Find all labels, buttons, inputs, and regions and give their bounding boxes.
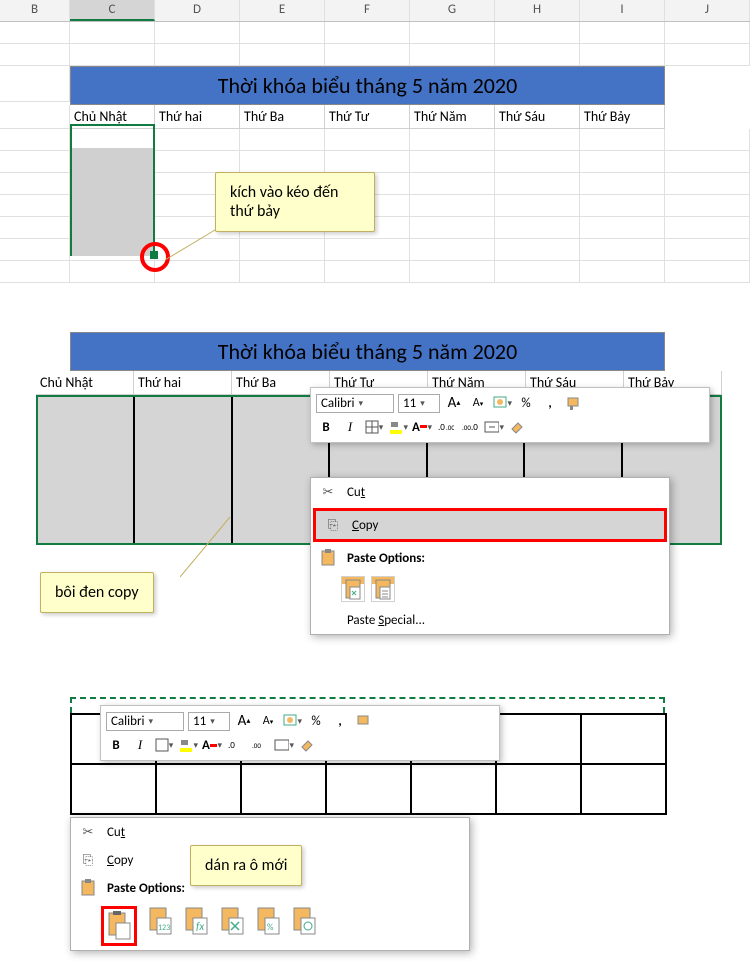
format-brush-icon[interactable] (508, 417, 528, 437)
increase-decimal-icon-2[interactable]: .00 (250, 735, 270, 755)
percent-icon-2[interactable]: % (306, 711, 326, 731)
section2: Thời khóa biểu tháng 5 năm 2020 Chủ Nhật… (0, 332, 750, 692)
col-header-i[interactable]: I (580, 0, 665, 21)
border-icon-2[interactable]: ▾ (154, 735, 174, 755)
paste-options-icons (311, 572, 669, 606)
paste-values-icon[interactable]: 123 (147, 906, 173, 946)
paste-formulas-icon[interactable]: fx (183, 906, 209, 946)
svg-text:123: 123 (158, 923, 170, 933)
calendar-title: Thời khóa biểu tháng 5 năm 2020 (70, 66, 665, 105)
font-selector-2[interactable]: Calibri▾ (106, 712, 184, 731)
callout-paste-hint: dán ra ô mới (190, 845, 302, 886)
section1: Thời khóa biểu tháng 5 năm 2020 Chủ Nhật… (0, 22, 750, 302)
weekday-tue: Thứ Ba (240, 105, 325, 129)
decrease-decimal-icon[interactable]: .0.00 (436, 417, 456, 437)
bold-button-2[interactable]: B (106, 735, 126, 755)
fill-color-icon[interactable]: ▾ (388, 417, 408, 437)
svg-text:.00: .00 (462, 423, 471, 432)
weekday-sat: Thứ Bảy (580, 105, 665, 129)
ctx-cut[interactable]: Cut (311, 478, 669, 506)
mini-toolbar: Calibri▾ 11▾ A▴ A▾ ▾ % , B I ▾ ▾ A▾ .0.0… (310, 387, 710, 443)
callout-select-copy: bôi đen copy (40, 572, 154, 613)
font-selector[interactable]: Calibri▾ (316, 394, 394, 413)
context-menu: Cut Copy Paste Options: Paste Special... (310, 477, 670, 635)
col-header-d[interactable]: D (155, 0, 240, 21)
section3: .section3 table td{border:2px solid #000… (0, 697, 750, 967)
weekday-mon-2: Thứ hai (134, 371, 232, 395)
weekday-thu: Thứ Năm (410, 105, 495, 129)
svg-text:%: % (267, 922, 274, 933)
ctx-copy[interactable]: Copy (313, 508, 667, 542)
merge-icon-2[interactable]: ▾ (274, 735, 294, 755)
svg-text:.0: .0 (438, 422, 445, 433)
paste-formatting-icon[interactable]: % (255, 906, 281, 946)
border-icon[interactable]: ▾ (364, 417, 384, 437)
col-header-e[interactable]: E (240, 0, 325, 21)
ctx-paste-options: Paste Options: (311, 544, 669, 572)
comma-icon-2[interactable]: , (330, 711, 350, 731)
increase-font-icon[interactable]: A▴ (444, 393, 464, 413)
mini-toolbar-2: Calibri▾ 11▾ A▴ A▾ ▾ % , B I ▾ ▾ A▾ .0 .… (100, 705, 500, 761)
svg-text:.0: .0 (228, 740, 235, 751)
paste-options-icons-2: 123 fx % (71, 902, 469, 950)
fill-color-icon-2[interactable]: ▾ (178, 735, 198, 755)
col-header-f[interactable]: F (325, 0, 410, 21)
brush-icon-2[interactable] (298, 735, 318, 755)
paste-default-icon[interactable] (101, 906, 137, 946)
svg-text:fx: fx (196, 920, 204, 933)
callout2-tail (180, 512, 250, 582)
weekday-wed: Thứ Tư (325, 105, 410, 129)
accounting-format-icon-2[interactable]: ▾ (282, 711, 302, 731)
ctx-cut-2[interactable]: Cut (71, 818, 469, 846)
font-color-icon-2[interactable]: A▾ (202, 735, 222, 755)
percent-icon[interactable]: % (516, 393, 536, 413)
paste-icon-2[interactable] (371, 576, 395, 602)
decrease-font-icon-2[interactable]: A▾ (258, 711, 278, 731)
italic-button[interactable]: I (340, 417, 360, 437)
col-header-j[interactable]: J (665, 0, 750, 21)
col-header-h[interactable]: H (495, 0, 580, 21)
format-painter-icon-2[interactable] (354, 711, 374, 731)
svg-text:.0: .0 (471, 422, 478, 433)
col-header-g[interactable]: G (410, 0, 495, 21)
copy-icon-2 (79, 851, 97, 869)
svg-text:.00: .00 (252, 741, 261, 750)
paste-transpose-icon[interactable] (219, 906, 245, 946)
copy-icon (324, 516, 342, 534)
comma-icon[interactable]: , (540, 393, 560, 413)
bold-button[interactable]: B (316, 417, 336, 437)
italic-button-2[interactable]: I (130, 735, 150, 755)
increase-font-icon-2[interactable]: A▴ (234, 711, 254, 731)
ctx-paste-special[interactable]: Paste Special... (311, 606, 669, 634)
merge-icon[interactable]: ▾ (484, 417, 504, 437)
callout-drag-hint: kích vào kéo đến thứ bảy (215, 172, 375, 232)
increase-decimal-icon[interactable]: .00.0 (460, 417, 480, 437)
weekday-fri: Thứ Sáu (495, 105, 580, 129)
weekday-sun-2: Chủ Nhật (36, 371, 134, 395)
scissors-icon (319, 483, 337, 501)
font-color-icon[interactable]: A▾ (412, 417, 432, 437)
clipboard-icon (319, 549, 337, 567)
column-headers: B C D E F G H I J (0, 0, 750, 22)
scissors-icon-2 (79, 823, 97, 841)
svg-text:.00: .00 (446, 423, 454, 432)
clipboard-icon-2 (79, 879, 97, 897)
decrease-font-icon[interactable]: A▾ (468, 393, 488, 413)
accounting-format-icon[interactable]: ▾ (492, 393, 512, 413)
selection-box[interactable] (70, 124, 155, 256)
weekday-mon: Thứ hai (155, 105, 240, 129)
format-painter-icon[interactable] (564, 393, 584, 413)
paste-link-icon[interactable] (291, 906, 317, 946)
col-header-b[interactable]: B (0, 0, 70, 21)
col-header-c[interactable]: C (70, 0, 155, 21)
decrease-decimal-icon-2[interactable]: .0 (226, 735, 246, 755)
calendar-title-2: Thời khóa biểu tháng 5 năm 2020 (70, 332, 665, 371)
font-size-selector[interactable]: 11▾ (398, 394, 440, 413)
paste-icon-1[interactable] (341, 576, 365, 602)
font-size-selector-2[interactable]: 11▾ (188, 712, 230, 731)
